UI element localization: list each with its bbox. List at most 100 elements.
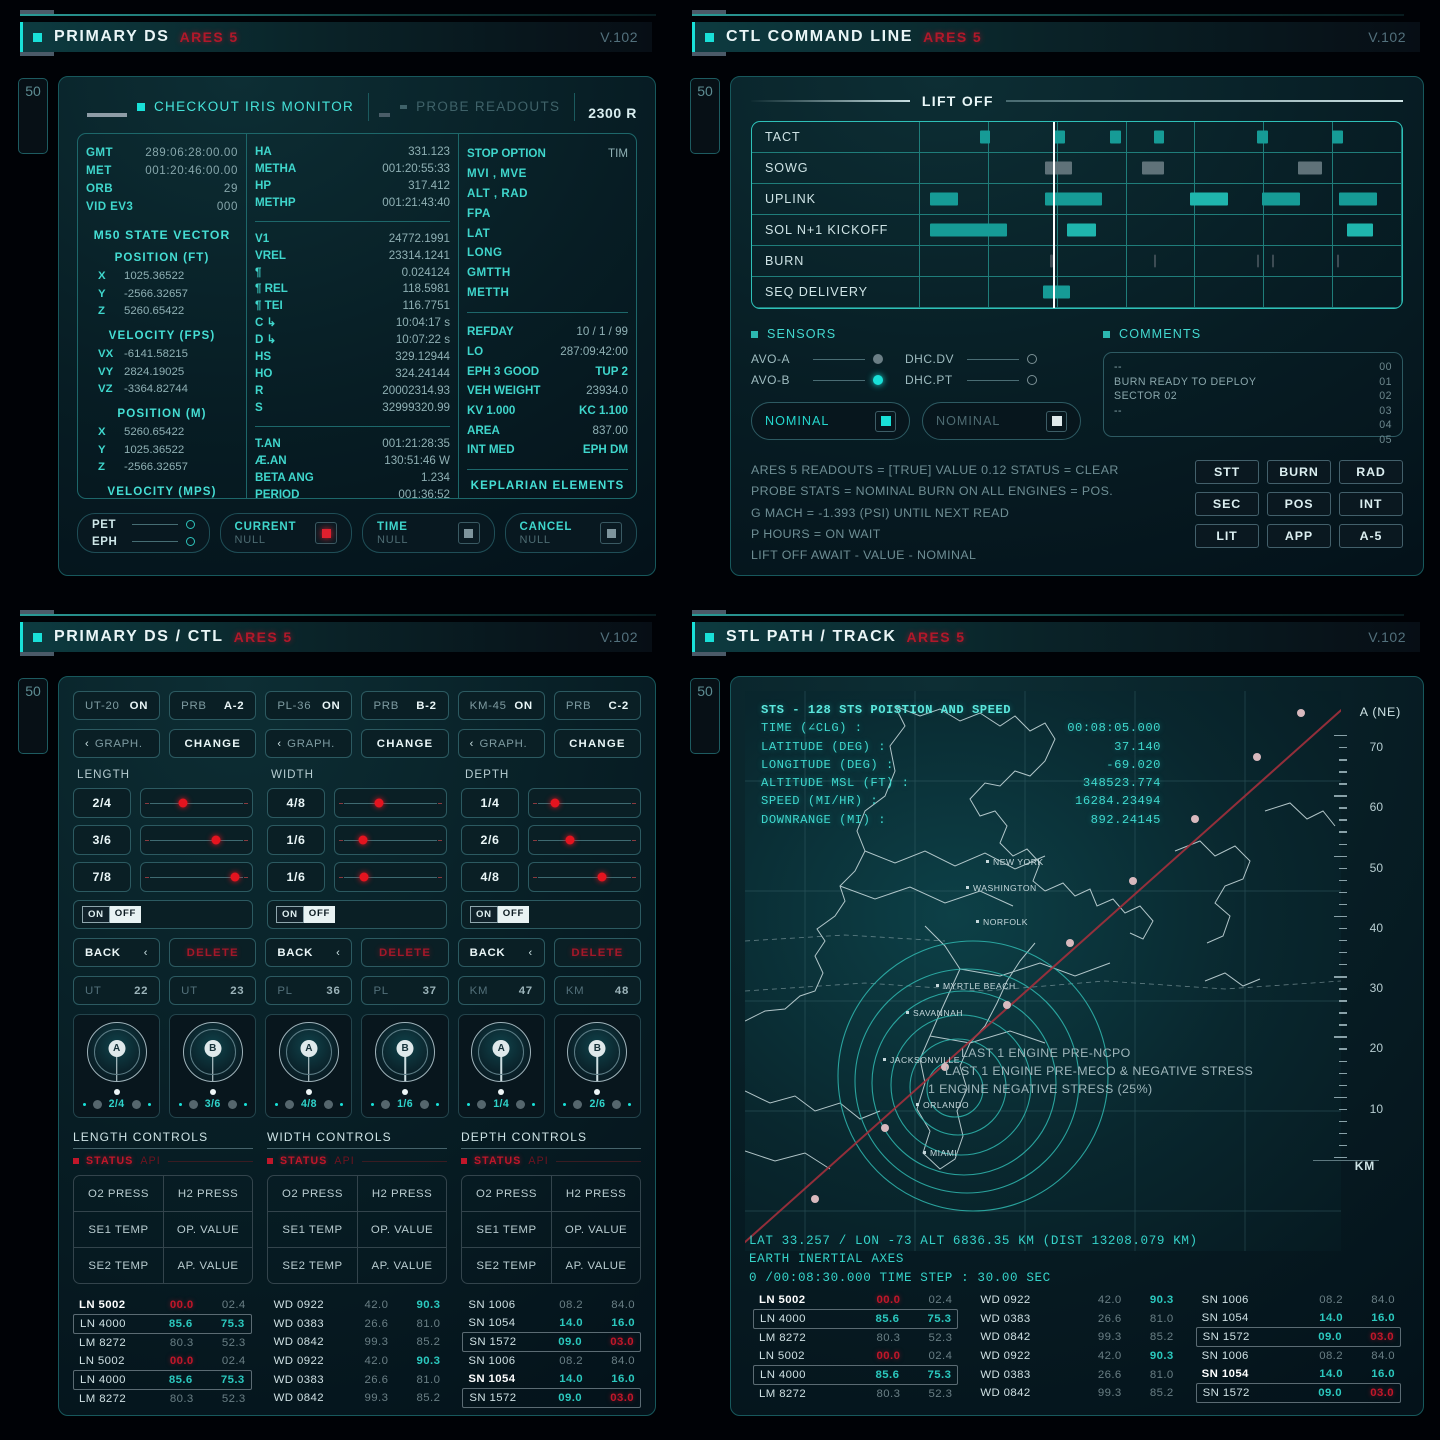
dial-left-dot[interactable]: [381, 1099, 391, 1109]
id-field[interactable]: UT 23: [169, 976, 257, 1005]
timeline-bar[interactable]: [1042, 285, 1070, 299]
timeline-bar[interactable]: [1339, 192, 1377, 206]
timeline-cell[interactable]: [1195, 215, 1265, 245]
table-row[interactable]: SN 1572 09.0 03.0: [1195, 1327, 1401, 1347]
sensor-row-avo-a[interactable]: AVO-A: [751, 352, 883, 366]
back-button[interactable]: BACK ‹: [73, 938, 161, 967]
dial-gauge[interactable]: A 4/8: [265, 1014, 353, 1118]
slider-thumb[interactable]: [358, 835, 368, 845]
timeline-row[interactable]: SOWG: [752, 153, 1402, 184]
timeline-row[interactable]: UPLINK: [752, 184, 1402, 215]
timeline-bar[interactable]: [1141, 161, 1164, 175]
timeline-bar[interactable]: [1336, 254, 1339, 268]
nominal-button-primary[interactable]: NOMINAL: [751, 402, 910, 440]
timeline-bar[interactable]: [1257, 130, 1268, 144]
table-row[interactable]: WD 0922 42.0 90.3: [974, 1291, 1179, 1310]
table-row[interactable]: SN 1006 08.2 84.0: [1196, 1347, 1401, 1365]
table-cell[interactable]: AP. VALUE: [357, 1248, 446, 1283]
slider-track[interactable]: [140, 788, 253, 818]
table-cell[interactable]: AP. VALUE: [163, 1248, 252, 1283]
timeline-bar[interactable]: [1189, 192, 1228, 206]
slider-thumb[interactable]: [359, 872, 369, 882]
probe-button[interactable]: UT-20 ON: [73, 691, 161, 720]
dial-knob[interactable]: A: [492, 1040, 510, 1057]
dial-right-dot[interactable]: [131, 1099, 141, 1109]
timeline-cell[interactable]: [1264, 246, 1334, 276]
tab-checkout-iris-monitor[interactable]: CHECKOUT IRIS MONITOR: [127, 93, 370, 121]
slider-track[interactable]: [528, 862, 641, 892]
dial-knob[interactable]: B: [204, 1040, 222, 1057]
timeline-cell[interactable]: [1127, 215, 1196, 245]
timeline-bar[interactable]: [1045, 161, 1073, 175]
dial-left-dot[interactable]: [573, 1099, 583, 1109]
dial-ring[interactable]: A: [278, 1022, 339, 1082]
table-row[interactable]: WD 0922 42.0 90.3: [268, 1352, 447, 1371]
timeline-cell[interactable]: [920, 122, 989, 152]
table-row[interactable]: SN 1006 08.2 84.0: [462, 1352, 641, 1370]
timeline-cell[interactable]: [1195, 153, 1265, 183]
dial-right-dot[interactable]: [516, 1099, 526, 1109]
sensor-row-dhc-dv[interactable]: DHC.DV: [905, 352, 1037, 366]
delete-button[interactable]: DELETE: [553, 938, 641, 967]
table-row[interactable]: WD 0383 26.6 81.0: [974, 1310, 1179, 1329]
table-cell[interactable]: SE1 TEMP: [462, 1212, 551, 1247]
onoff-container[interactable]: ON OFF: [461, 900, 641, 929]
command-button-lit[interactable]: LIT: [1195, 524, 1259, 548]
timeline-cell[interactable]: [1195, 122, 1265, 152]
command-button-int[interactable]: INT: [1339, 492, 1403, 516]
table-row[interactable]: SN 1006 08.2 84.0: [462, 1296, 641, 1314]
table-row[interactable]: SN 1006 08.2 84.0: [1196, 1291, 1401, 1309]
command-button-burn[interactable]: BURN: [1267, 460, 1331, 484]
table-row[interactable]: SN 1054 14.0 16.0: [1196, 1309, 1401, 1327]
table-row[interactable]: LM 8272 80.3 52.3: [73, 1390, 252, 1408]
fraction-label[interactable]: 4/8: [461, 862, 519, 892]
table-row[interactable]: LM 8272 80.3 52.3: [73, 1334, 252, 1352]
timeline-cell[interactable]: [1333, 246, 1402, 276]
toggle-square-icon[interactable]: [457, 522, 480, 544]
slider-track[interactable]: [528, 788, 641, 818]
table-cell[interactable]: SE2 TEMP: [462, 1248, 551, 1283]
map-container[interactable]: STS - 128 STS POISTION AND SPEED TIME (∠…: [731, 677, 1423, 1415]
table-row[interactable]: WD 0842 99.3 85.2: [268, 1333, 447, 1352]
timeline-cell[interactable]: [920, 277, 989, 307]
comments-log[interactable]: -- BURN READY TO DEPLOY SECTOR 02 -- 00 01 02…: [1103, 352, 1403, 446]
timeline-row[interactable]: TACT: [752, 122, 1402, 153]
timeline-playhead[interactable]: [1053, 122, 1056, 308]
graph-button[interactable]: ‹ GRAPH.: [265, 729, 353, 758]
fraction-label[interactable]: 2/4: [73, 788, 131, 818]
table-row[interactable]: SN 1054 14.0 16.0: [1196, 1365, 1401, 1383]
onoff-container[interactable]: ON OFF: [73, 900, 253, 929]
timeline-bar[interactable]: [1262, 192, 1300, 206]
slider-thumb[interactable]: [211, 835, 221, 845]
table-row[interactable]: LN 4000 85.6 75.3: [753, 1309, 959, 1329]
toggle-on-label[interactable]: ON: [82, 906, 110, 923]
dial-knob[interactable]: A: [300, 1040, 318, 1057]
probe-button[interactable]: KM-45 ON: [457, 691, 545, 720]
timeline-bar[interactable]: [929, 192, 958, 206]
table-row[interactable]: LM 8272 80.3 52.3: [753, 1385, 958, 1403]
timeline-cell[interactable]: [1264, 215, 1334, 245]
slider-track[interactable]: [140, 825, 253, 855]
back-button[interactable]: BACK ‹: [457, 938, 545, 967]
nominal-button-secondary[interactable]: NOMINAL: [922, 402, 1081, 440]
table-row[interactable]: LM 8272 80.3 52.3: [753, 1329, 958, 1347]
table-cell[interactable]: O2 PRESS: [74, 1176, 163, 1211]
timeline-cell[interactable]: [920, 153, 989, 183]
table-row[interactable]: SN 1572 09.0 03.0: [462, 1388, 641, 1408]
slider-thumb[interactable]: [178, 798, 188, 808]
timeline-cell[interactable]: [1333, 277, 1402, 307]
back-button[interactable]: BACK ‹: [265, 938, 353, 967]
table-cell[interactable]: SE2 TEMP: [74, 1248, 163, 1283]
dial-right-dot[interactable]: [227, 1099, 237, 1109]
dial-knob[interactable]: A: [108, 1040, 126, 1057]
table-row[interactable]: WD 0922 42.0 90.3: [268, 1296, 447, 1315]
table-cell[interactable]: O2 PRESS: [268, 1176, 357, 1211]
cancel-button[interactable]: CANCEL NULL: [504, 513, 637, 553]
probe-selector-row[interactable]: UT-20 ON PRB A-2 PL-36 ON PRB B-2 KM-45 ON PRB C-2: [73, 691, 641, 720]
slider-thumb[interactable]: [550, 798, 560, 808]
id-field[interactable]: KM 48: [553, 976, 641, 1005]
table-row[interactable]: WD 0842 99.3 85.2: [974, 1328, 1179, 1347]
dial-left-dot[interactable]: [188, 1099, 198, 1109]
slider-groups[interactable]: 2/4 3/6 7/8 4/8 1/6 1/6 1/4 2/6 4/8: [73, 788, 641, 892]
table-cell[interactable]: H2 PRESS: [163, 1176, 252, 1211]
